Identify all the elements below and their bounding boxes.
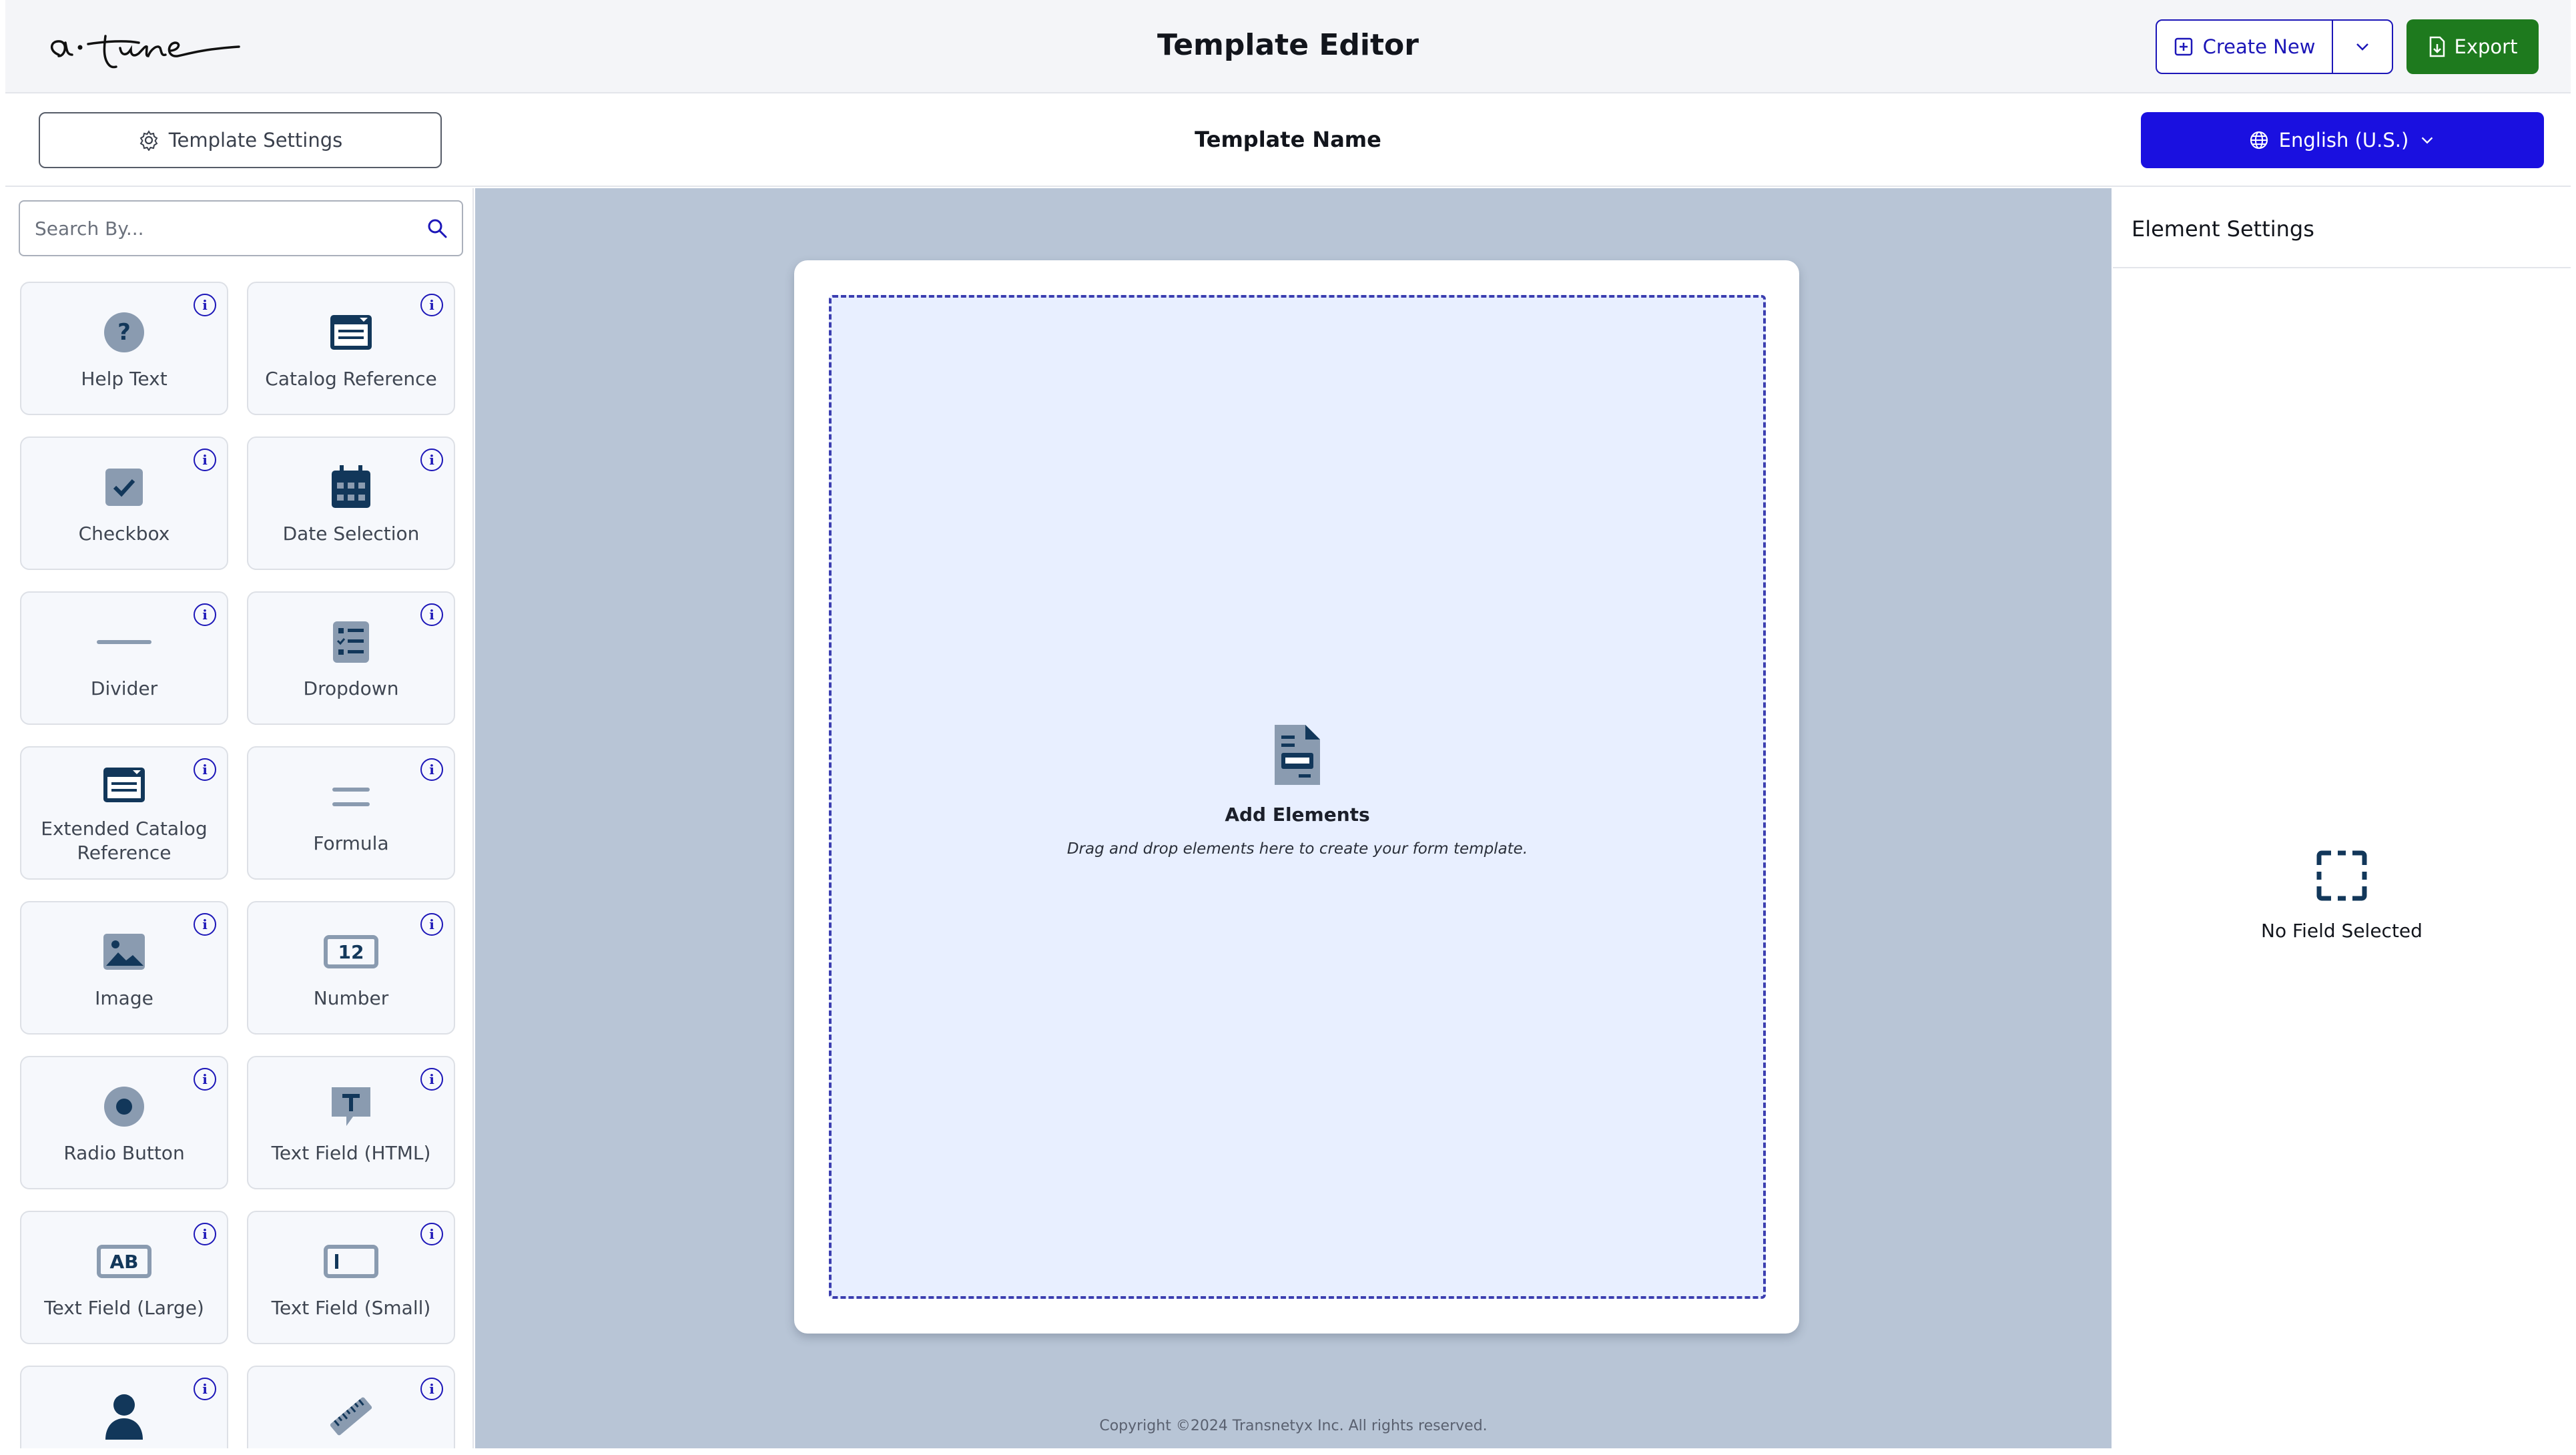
palette-item-extended-catalog-reference[interactable]: i Extended Catalog Reference [20, 746, 228, 880]
chevron-down-icon [2356, 43, 2368, 51]
palette-item-catalog-reference[interactable]: i Catalog Reference [247, 282, 455, 415]
svg-text:AB: AB [109, 1251, 138, 1273]
help-circle-icon: ? [104, 312, 144, 352]
template-toolbar: Template Settings Template Name English … [5, 93, 2571, 187]
empty-state-title: Add Elements [1225, 804, 1370, 826]
element-settings-panel: Element Settings No Field Selected [2113, 188, 2571, 1448]
user-icon [105, 1394, 143, 1440]
top-header: Template Editor Create New Export [5, 0, 2571, 93]
palette-item-ruler[interactable]: i [247, 1366, 455, 1448]
palette-item-radio-button[interactable]: i Radio Button [20, 1056, 228, 1189]
checkbox-icon [105, 469, 143, 506]
drop-zone[interactable]: Add Elements Drag and drop elements here… [829, 295, 1766, 1299]
chevron-down-icon [2422, 137, 2433, 144]
divider-icon [97, 640, 151, 644]
template-canvas: Add Elements Drag and drop elements here… [475, 188, 2112, 1448]
palette-item-label: Number [313, 987, 389, 1009]
radio-icon [104, 1087, 144, 1127]
create-new-button[interactable]: Create New [2157, 21, 2333, 73]
palette-item-text-field-small[interactable]: i Text Field (Small) [247, 1211, 455, 1344]
create-new-dropdown-toggle[interactable] [2333, 21, 2392, 73]
palette-item-label: Checkbox [78, 523, 170, 545]
text-bubble-icon [332, 1087, 370, 1126]
language-label: English (U.S.) [2278, 129, 2409, 152]
empty-state-subtitle: Drag and drop elements here to create yo… [1066, 840, 1528, 858]
search-box [19, 200, 463, 256]
selection-placeholder-icon [2316, 850, 2367, 901]
palette-item-label: Image [95, 987, 153, 1009]
search-icon[interactable] [426, 217, 448, 240]
number-icon: 12 [324, 935, 378, 968]
export-label: Export [2454, 35, 2518, 58]
palette-item-number[interactable]: i 12 Number [247, 901, 455, 1035]
palette-item-text-field-html[interactable]: i Text Field (HTML) [247, 1056, 455, 1189]
language-select[interactable]: English (U.S.) [2141, 112, 2544, 168]
text-small-icon [324, 1245, 378, 1278]
palette-item-user[interactable]: i [20, 1366, 228, 1448]
empty-state: Add Elements Drag and drop elements here… [832, 722, 1763, 858]
palette-item-label: Text Field (HTML) [271, 1142, 431, 1164]
palette-item-label: Catalog Reference [265, 368, 437, 390]
palette-item-label: Text Field (Small) [271, 1297, 431, 1319]
catalog-icon [103, 768, 145, 802]
file-export-icon [2429, 36, 2445, 57]
palette-item-label: Formula [313, 832, 389, 854]
copyright-text: Copyright ©2024 Transnetyx Inc. All righ… [1099, 1418, 1488, 1434]
globe-icon [2250, 131, 2268, 150]
element-settings-title: Element Settings [2132, 216, 2314, 242]
palette-item-checkbox[interactable]: i Checkbox [20, 437, 228, 570]
palette-item-label: Help Text [81, 368, 168, 390]
export-button[interactable]: Export [2406, 19, 2539, 74]
no-field-state: No Field Selected [2113, 850, 2571, 942]
list-icon [333, 621, 369, 663]
palette-item-image[interactable]: i Image [20, 901, 228, 1035]
catalog-icon [330, 315, 372, 350]
svg-text:?: ? [117, 319, 131, 346]
palette-item-label: Dropdown [303, 677, 399, 699]
plus-square-icon [2174, 37, 2192, 56]
palette-item-label: Extended Catalog Reference [41, 818, 208, 864]
svg-text:12: 12 [338, 941, 364, 963]
elements-sidebar: i ? Help Text i Catalog Reference i Chec… [5, 188, 474, 1448]
create-new-split-button: Create New [2156, 19, 2393, 74]
ruler-icon [330, 1397, 372, 1436]
palette-item-divider[interactable]: i Divider [20, 591, 228, 725]
image-icon [103, 934, 145, 970]
palette-item-text-field-large[interactable]: i AB Text Field (Large) [20, 1211, 228, 1344]
palette-item-label: Text Field (Large) [44, 1297, 204, 1319]
text-large-icon: AB [97, 1245, 151, 1278]
element-settings-header: Element Settings [2113, 188, 2571, 268]
palette-item-label: Radio Button [63, 1142, 185, 1164]
palette-item-label: Date Selection [282, 523, 420, 545]
search-input[interactable] [33, 216, 426, 240]
create-new-label: Create New [2202, 35, 2316, 58]
palette-item-date-selection[interactable]: i Date Selection [247, 437, 455, 570]
no-field-selected-text: No Field Selected [2261, 920, 2423, 942]
palette-item-dropdown[interactable]: i Dropdown [247, 591, 455, 725]
palette-item-formula[interactable]: i Formula [247, 746, 455, 880]
calendar-icon [332, 465, 370, 508]
app-root: Template Editor Create New Export Templa… [5, 0, 2571, 1448]
palette-item-help-text[interactable]: i ? Help Text [20, 282, 228, 415]
form-page: Add Elements Drag and drop elements here… [794, 260, 1799, 1334]
equals-icon [332, 788, 370, 806]
document-add-icon [1275, 725, 1320, 785]
palette-item-label: Divider [90, 677, 158, 699]
